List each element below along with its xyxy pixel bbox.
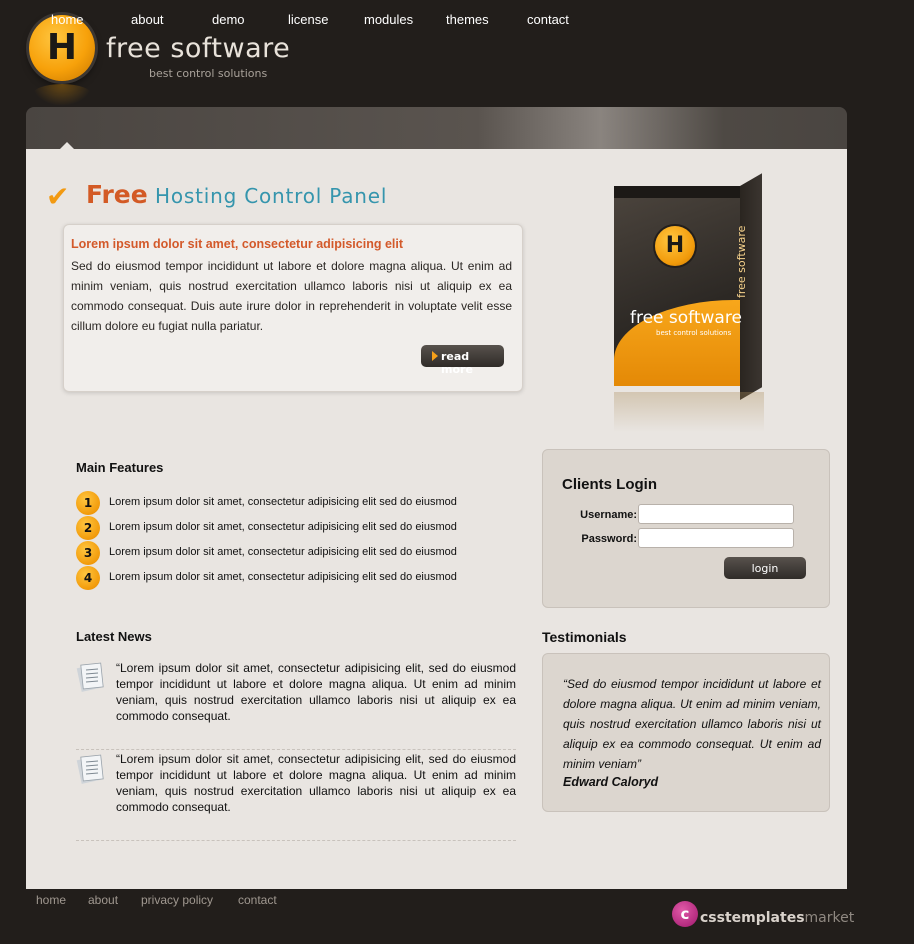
feature-text: Lorem ipsum dolor sit amet, consectetur …: [109, 496, 457, 508]
footer-link-contact[interactable]: contact: [238, 893, 277, 907]
csstemplatesmarket-logo-icon[interactable]: c: [672, 901, 698, 927]
password-field[interactable]: [638, 528, 794, 548]
nav-item-about[interactable]: about: [131, 12, 164, 27]
read-more-button[interactable]: read more: [421, 345, 504, 376]
feature-item: 1 Lorem ipsum dolor sit amet, consectetu…: [76, 491, 496, 515]
feature-number-badge: 3: [76, 541, 100, 565]
product-logo-icon: H: [655, 226, 695, 266]
badge-letter: c: [680, 905, 690, 923]
news-divider: [76, 749, 516, 750]
nav-item-demo[interactable]: demo: [212, 12, 245, 27]
testimonials-heading: Testimonials: [542, 629, 627, 645]
logo-reflection: [32, 84, 92, 106]
footer-link-privacy-policy[interactable]: privacy policy: [141, 893, 213, 907]
feature-text: Lorem ipsum dolor sit amet, consectetur …: [109, 521, 457, 533]
nav-item-license[interactable]: license: [288, 12, 328, 27]
hero-title: Hosting Control Panel: [155, 184, 388, 208]
password-label: Password:: [581, 533, 637, 545]
product-box-tagline: best control solutions: [656, 329, 732, 337]
features-heading: Main Features: [76, 460, 164, 475]
username-field[interactable]: [638, 504, 794, 524]
intro-heading: Lorem ipsum dolor sit amet, consectetur …: [71, 237, 404, 251]
main-nav: [26, 107, 847, 149]
intro-text: Sed do eiusmod tempor incididunt ut labo…: [71, 259, 512, 333]
testimonial-quote: “Sed do eiusmod tempor incididunt ut lab…: [563, 677, 821, 771]
footer-link-home[interactable]: home: [36, 893, 66, 907]
feature-text: Lorem ipsum dolor sit amet, consectetur …: [109, 546, 457, 558]
testimonial-author: Edward Caloryd: [563, 775, 659, 789]
feature-item: 3 Lorem ipsum dolor sit amet, consectetu…: [76, 541, 496, 565]
product-box-name: free software: [630, 308, 742, 328]
csstemplatesmarket-badge[interactable]: csstemplatesmarket: [700, 910, 854, 926]
feature-number-badge: 1: [76, 491, 100, 515]
site-tagline: best control solutions: [149, 67, 268, 80]
nav-item-themes[interactable]: themes: [446, 12, 489, 27]
news-item-text: “Lorem ipsum dolor sit amet, consectetur…: [116, 661, 516, 723]
nav-item-home[interactable]: home: [51, 12, 84, 27]
play-arrow-icon: [432, 351, 438, 361]
feature-item: 2 Lorem ipsum dolor sit amet, consectetu…: [76, 516, 496, 540]
site-title: free software: [106, 33, 291, 64]
product-box-side-text: free software: [735, 225, 748, 298]
news-item-text: “Lorem ipsum dolor sit amet, consectetur…: [116, 752, 516, 814]
feature-item: 4 Lorem ipsum dolor sit amet, consectetu…: [76, 566, 496, 590]
product-logo-letter: H: [665, 233, 685, 258]
news-divider: [76, 840, 516, 841]
news-heading: Latest News: [76, 629, 152, 644]
login-button[interactable]: login: [724, 557, 806, 579]
footer-link-about[interactable]: about: [88, 893, 118, 907]
badge-light-text: market: [804, 910, 855, 926]
feature-number-badge: 2: [76, 516, 100, 540]
feature-text: Lorem ipsum dolor sit amet, consectetur …: [109, 571, 457, 583]
checkmark-icon: ✔: [46, 180, 70, 213]
read-more-label: read more: [441, 350, 473, 376]
newspaper-icon: [76, 662, 104, 692]
badge-bold-text: csstemplates: [700, 910, 805, 926]
nav-item-contact[interactable]: contact: [527, 12, 569, 27]
username-label: Username:: [580, 509, 637, 521]
login-heading: Clients Login: [562, 476, 657, 493]
newspaper-icon: [76, 754, 104, 784]
product-box-reflection: [614, 392, 764, 432]
feature-number-badge: 4: [76, 566, 100, 590]
active-nav-pointer: [60, 142, 74, 149]
hero-title-highlight: Free: [86, 180, 148, 209]
nav-item-modules[interactable]: modules: [364, 12, 413, 27]
